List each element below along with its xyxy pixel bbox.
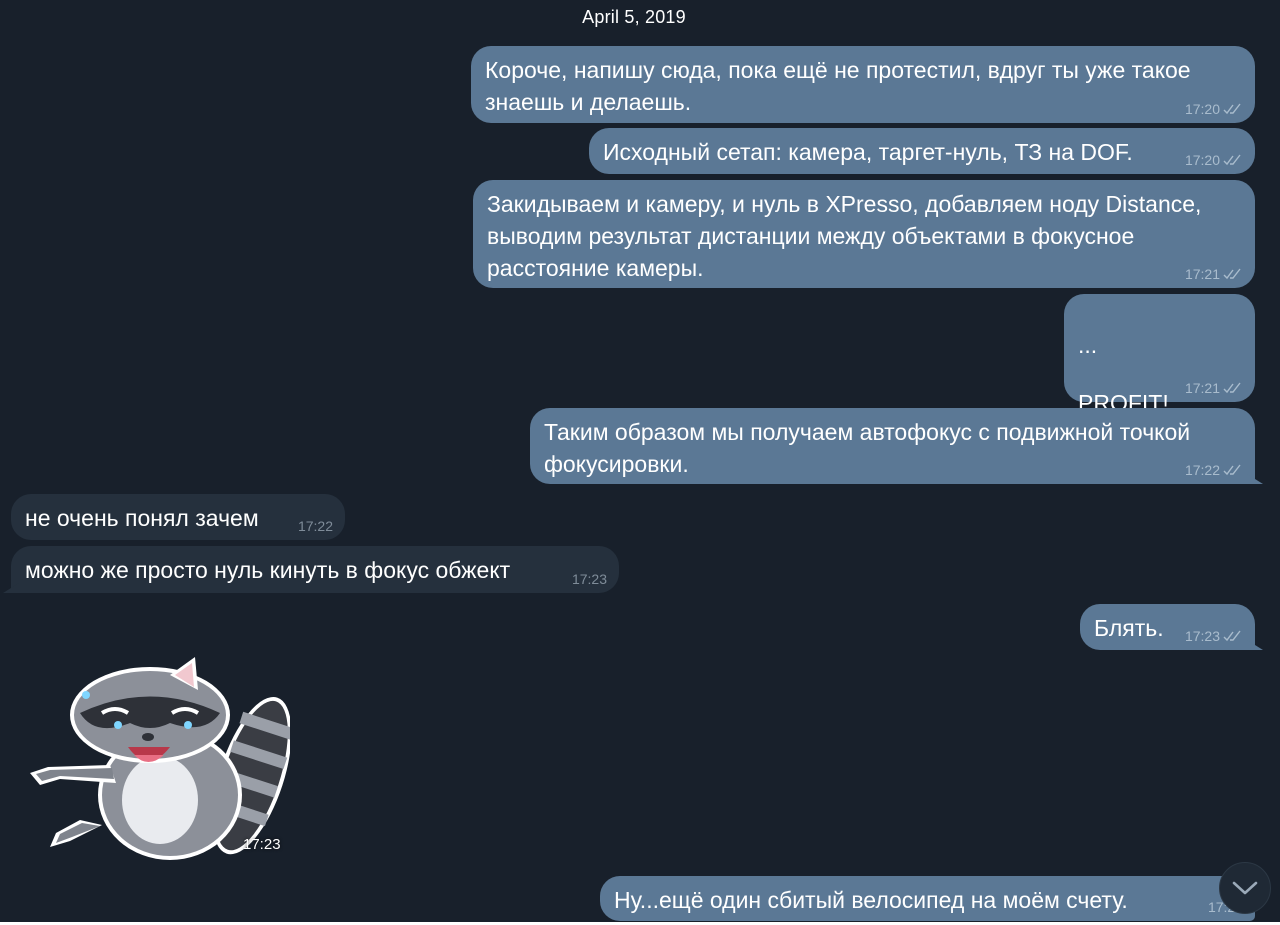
message-incoming[interactable]: можно же просто нуль кинуть в фокус обже… <box>3 546 619 593</box>
message-meta: 17:20 <box>1185 101 1243 117</box>
message-text: Таким образом мы получаем автофокус с по… <box>544 419 1191 477</box>
bubble-tail <box>1247 640 1263 650</box>
laughing-raccoon-icon <box>30 657 297 860</box>
message-time: 17:21 <box>1184 266 1220 282</box>
double-check-icon <box>1223 268 1241 280</box>
message-text: Исходный сетап: камера, таргет-нуль, ТЗ … <box>603 139 1133 165</box>
message-meta: 17:22 <box>1185 462 1243 478</box>
message-time: 17:22 <box>297 518 333 534</box>
message-text: Ну...ещё один сбитый велосипед на моём с… <box>614 887 1128 913</box>
message-meta: 17:23 <box>572 571 607 587</box>
message-text: не очень понял зачем <box>25 505 259 531</box>
date-header: April 5, 2019 <box>582 7 686 27</box>
message-text: Блять. <box>1094 615 1164 641</box>
message-time: 17:21 <box>1184 380 1220 396</box>
bubble-tail <box>3 583 19 593</box>
message-outgoing[interactable]: Блять. 17:23 <box>1080 604 1263 650</box>
message-outgoing[interactable]: Таким образом мы получаем автофокус с по… <box>530 408 1263 484</box>
sticker-time: 17:23 <box>243 836 281 853</box>
bubble-tail <box>1247 474 1263 484</box>
double-check-icon <box>1223 103 1241 115</box>
message-meta: 17:23 <box>1185 628 1243 644</box>
message-meta: 17:22 <box>298 518 333 534</box>
message-time: 17:20 <box>1184 152 1220 168</box>
message-time: 17:22 <box>1184 462 1220 478</box>
message-outgoing[interactable]: Ну...ещё один сбитый велосипед на моём с… <box>600 876 1255 921</box>
message-text: Закидываем и камеру, и нуль в XPresso, д… <box>487 191 1202 281</box>
message-meta: 17:21 <box>1185 266 1243 282</box>
message-outgoing[interactable]: Исходный сетап: камера, таргет-нуль, ТЗ … <box>589 128 1255 174</box>
double-check-icon <box>1223 154 1241 166</box>
message-outgoing[interactable]: ... PROFIT! 17:21 <box>1064 294 1255 416</box>
message-meta: 17:21 <box>1185 380 1243 396</box>
message-time: 17:20 <box>1184 101 1220 117</box>
double-check-icon <box>1223 464 1241 476</box>
double-check-icon <box>1223 382 1241 394</box>
message-meta: 17:20 <box>1185 152 1243 168</box>
double-check-icon <box>1223 630 1241 642</box>
message-time: 17:23 <box>571 571 607 587</box>
message-outgoing[interactable]: Закидываем и камеру, и нуль в XPresso, д… <box>473 180 1255 288</box>
message-outgoing[interactable]: Короче, напишу сюда, пока ещё не протест… <box>471 46 1255 123</box>
chevron-down-icon <box>1232 881 1258 895</box>
message-time: 17:23 <box>1184 628 1220 644</box>
message-text: ... PROFIT! <box>1078 332 1169 416</box>
raccoon-sticker[interactable] <box>20 655 297 865</box>
message-text: Короче, напишу сюда, пока ещё не протест… <box>485 57 1191 115</box>
message-incoming[interactable]: не очень понял зачем 17:22 <box>11 494 345 540</box>
message-text: можно же просто нуль кинуть в фокус обже… <box>25 557 511 583</box>
scroll-down-button[interactable] <box>1219 862 1271 914</box>
chat-view: April 5, 2019 Короче, напишу сюда, пока … <box>0 0 1280 925</box>
